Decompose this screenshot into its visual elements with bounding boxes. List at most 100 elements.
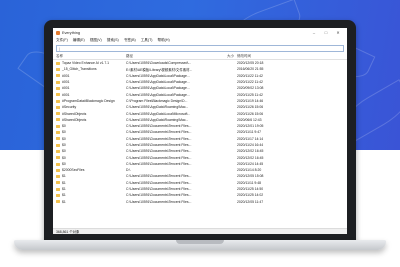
folder-icon (56, 124, 60, 128)
row-name: $1 (56, 181, 126, 185)
folder-icon (56, 86, 60, 90)
menu-tools[interactable]: 工具(T) (141, 38, 153, 43)
row-date: 2020/11/22 11:42 (237, 73, 263, 78)
minimize-icon[interactable]: – (308, 30, 320, 35)
menu-file[interactable]: 文件(F) (56, 38, 68, 43)
folder-icon (56, 187, 60, 191)
app-icon (56, 30, 60, 35)
folder-icon (56, 68, 60, 72)
row-date: 2020/11/11 9:48 (237, 180, 262, 185)
row-name-text: $0 (62, 124, 66, 129)
row-date: 2020/11/25 14:02 (237, 193, 264, 198)
row-date: 2020/11/24 14:45 (237, 161, 264, 166)
row-name-text: #001 (62, 86, 70, 91)
folder-icon (56, 118, 60, 122)
row-name: $0 (56, 156, 126, 160)
row-path: C:\Users\10591\Documents\Tencent Files..… (126, 193, 192, 198)
row-name: $0 (56, 143, 126, 147)
folder-icon (56, 131, 60, 135)
row-date: 2020/12/02 16:45 (237, 149, 264, 154)
row-path: C:\Users\10591\Downloads\Compressed\... (126, 61, 192, 66)
menu-help[interactable]: 帮助(H) (158, 38, 170, 43)
table-row[interactable]: $1 C:\Users\10591\Documents\Tencent Files… (53, 199, 347, 205)
row-name-text: $2000SecFiles (62, 168, 85, 173)
row-path: C:\Users\10591\AppData\Local\Package... (126, 80, 190, 85)
row-date: 2020/11/25 14:50 (237, 187, 264, 192)
row-name: #ProgramData#Blackmagic Design (56, 99, 126, 103)
row-name: $0 (56, 137, 126, 141)
folder-icon (56, 162, 60, 166)
header-name[interactable]: 名称 (56, 54, 126, 59)
row-name-text: $0 (62, 130, 66, 135)
row-path: E:\素材\AE模板\Library\视频素材\文件素材... (126, 67, 193, 72)
row-name: $0 (56, 149, 126, 153)
header-date[interactable]: 修改时间 (237, 54, 287, 59)
column-headers: 名称 路径 大小 修改时间 (53, 53, 347, 60)
row-name-text: #001 (62, 73, 70, 78)
menu-bookmarks[interactable]: 书签(B) (124, 38, 136, 43)
row-name-text: $1 (62, 180, 66, 185)
row-path: C:\Users\10591\Documents\Tencent Files..… (126, 180, 192, 185)
row-path: C:\Program Files\Blackmagic Design\D... (126, 98, 188, 103)
laptop-notch (176, 240, 224, 244)
status-bar: 368,861 个对象 (53, 228, 347, 234)
row-path: C:\Users\10591\Documents\Tencent Files..… (126, 143, 192, 147)
maximize-icon[interactable]: □ (320, 30, 332, 35)
row-path: C:\Users\10591\Documents\Tencent Files..… (126, 130, 192, 135)
folder-icon (56, 143, 60, 147)
search-input[interactable]: | (56, 45, 344, 52)
row-date: 2020/11/11 9:47 (237, 130, 262, 135)
row-path: C:\Users\10591\Documents\Tencent Files..… (126, 124, 192, 129)
row-name-text: $0 (62, 155, 66, 160)
row-path: C:\Users\10591\Documents\Tencent Files..… (126, 149, 192, 154)
row-name: $0 (56, 162, 126, 166)
row-name: $1 (56, 174, 126, 178)
folder-icon (56, 112, 60, 116)
window-title: Everything (62, 30, 80, 35)
row-date: 2016/06/20 21:55 (237, 67, 264, 72)
row-name: $1 (56, 193, 126, 197)
folder-icon (56, 105, 60, 109)
folder-icon (56, 93, 60, 97)
row-date: 2020/11/26 15:06 (237, 111, 264, 116)
row-date: 2020/11/19 14:46 (237, 98, 264, 103)
menu-edit[interactable]: 编辑(E) (73, 38, 85, 43)
row-name-text: _15_Glitch_Transitions (62, 67, 97, 72)
folder-icon (56, 193, 60, 197)
row-name: $1 (56, 187, 126, 191)
row-path: C:\Users\10591\Documents\Tencent Files..… (126, 187, 192, 192)
row-name: $1 (56, 200, 126, 204)
row-name: #SharedObjects (56, 112, 126, 116)
row-date: 2020/12/02 16:45 (237, 155, 264, 160)
folder-icon (56, 137, 60, 141)
folder-icon (56, 200, 60, 204)
row-name: #001 (56, 74, 126, 78)
row-name-text: #SharedObjects (62, 111, 87, 116)
row-date: 2020/11/26 15:06 (237, 105, 264, 110)
menu-search[interactable]: 搜索(S) (107, 38, 119, 43)
row-name-text: $0 (62, 136, 66, 141)
folder-icon (56, 168, 60, 172)
menu-view[interactable]: 视图(V) (90, 38, 102, 43)
row-date: 2020/12/05 15:08 (237, 174, 264, 179)
row-path: C:\Users\10591\Documents\Tencent Files..… (126, 199, 192, 204)
row-path: C:\Users\10591\Documents\Tencent Files..… (126, 155, 192, 160)
row-path: D:\ (126, 168, 131, 173)
row-path: C:\Users\10591\AppData\Roaming\Mac... (126, 117, 189, 122)
close-icon[interactable]: ✕ (332, 30, 344, 35)
row-date: 2020/11/24 16:44 (237, 143, 264, 147)
row-name: #001 (56, 86, 126, 90)
row-name: _15_Glitch_Transitions (56, 67, 126, 71)
folder-icon (56, 149, 60, 153)
row-name-text: $0 (62, 149, 66, 154)
row-name: #Security (56, 105, 126, 109)
header-size[interactable]: 大小 (224, 54, 237, 59)
row-name-text: Topaz Video Enhance AI v1.7.1 (62, 61, 110, 66)
row-date: 2020/12/05 20:18 (237, 61, 264, 66)
folder-icon (56, 156, 60, 160)
everything-window: Everything – □ ✕ 文件(F) 编辑(E) 视图(V) 搜索(S)… (53, 28, 347, 234)
header-path[interactable]: 路径 (126, 54, 224, 59)
row-name-text: #SharedObjects (62, 117, 87, 122)
results-list: Topaz Video Enhance AI v1.7.1 C:\Users\10… (53, 60, 347, 205)
row-name: #001 (56, 93, 126, 97)
